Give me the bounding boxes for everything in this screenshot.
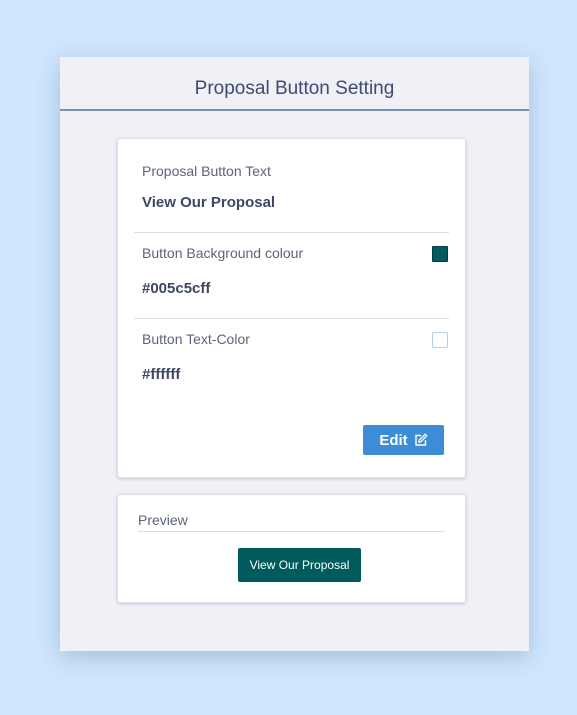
background-colour-swatch <box>432 246 448 262</box>
preview-label: Preview <box>138 512 188 528</box>
text-colour-swatch <box>432 332 448 348</box>
background-colour-value: #005c5cff <box>142 280 211 297</box>
background-colour-label: Button Background colour <box>142 245 304 261</box>
preview-card: Preview View Our Proposal <box>117 494 466 603</box>
text-colour-label: Button Text-Color <box>142 331 250 347</box>
setting-background-colour: Button Background colour #005c5cff <box>134 233 449 319</box>
edit-button[interactable]: Edit <box>363 425 444 455</box>
text-colour-value: #ffffff <box>142 366 181 383</box>
edit-icon <box>414 433 428 446</box>
button-text-label: Proposal Button Text <box>142 163 271 179</box>
button-text-value: View Our Proposal <box>142 194 276 211</box>
settings-card: Proposal Button Text View Our Proposal B… <box>117 138 466 478</box>
setting-button-text: Proposal Button Text View Our Proposal <box>134 139 449 233</box>
proposal-button-setting-panel: Proposal Button Setting Proposal Button … <box>60 57 529 651</box>
preview-proposal-button[interactable]: View Our Proposal <box>238 548 361 582</box>
panel-header: Proposal Button Setting <box>60 57 529 111</box>
setting-text-colour: Button Text-Color #ffffff <box>134 319 449 405</box>
page-title: Proposal Button Setting <box>194 78 395 99</box>
preview-divider <box>138 531 445 532</box>
edit-button-label: Edit <box>379 431 408 449</box>
